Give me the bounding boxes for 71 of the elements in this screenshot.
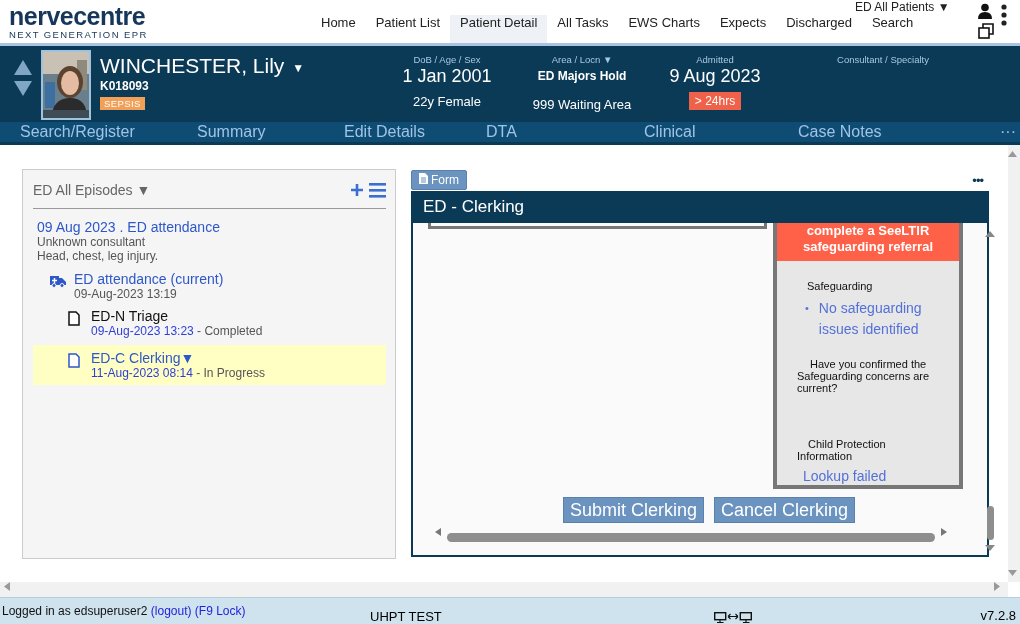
alert-banner: complete a SeeLTIR safeguarding referral (777, 223, 959, 261)
tagline: NEXT GENERATION EPR (9, 29, 148, 40)
episodes-filter[interactable]: ED All Episodes ▼ (33, 182, 351, 198)
field-label: Consultant / Specialty (837, 54, 929, 65)
field-label: DoB / Age / Sex (413, 54, 481, 65)
nav-link[interactable]: EWS Charts (618, 15, 710, 31)
tab[interactable]: Search/Register (0, 123, 154, 141)
patient-list-selector[interactable]: ED All Patients ▼ (855, 1, 950, 14)
nav-link[interactable]: Search (861, 15, 924, 31)
field-label: Area / Locn ▼ (551, 54, 613, 65)
more-button[interactable]: ··· (1000, 123, 1020, 141)
scrollbar-thumb[interactable] (986, 506, 994, 540)
form-entry[interactable]: ED-C Clerking▼ 11-Aug-2023 08:14 - In Progress (33, 345, 386, 385)
nav-link[interactable]: Discharged (776, 15, 862, 31)
scrollbar-thumb[interactable] (447, 532, 935, 542)
list-item: No safeguarding issues identified (818, 299, 923, 339)
environment-label: UHPT TEST (370, 607, 442, 624)
down-arrow-icon[interactable] (14, 81, 32, 96)
lock-link[interactable]: (F9 Lock) (194, 603, 246, 618)
section-label: Safeguarding (806, 279, 874, 292)
document-icon (68, 311, 80, 326)
form-title: ED - Clerking (413, 193, 987, 223)
document-icon (68, 353, 80, 368)
field-value: 1 Jan 2001 (402, 66, 492, 88)
attendance-link[interactable]: ED attendance (current) (74, 271, 224, 287)
logout-link[interactable]: (logout) (150, 603, 192, 618)
field-value: 9 Aug 2023 (669, 66, 761, 88)
alert-badge: SEPSIS (100, 97, 145, 110)
bullet: • (805, 301, 809, 316)
up-arrow-icon[interactable] (14, 60, 32, 75)
form-entry[interactable]: ED-N Triage 09-Aug-2023 13:23 - Completed (33, 303, 386, 343)
dropdown-caret[interactable]: ▼ (292, 57, 305, 75)
field-detail: 22y Female (413, 94, 481, 109)
nav-link[interactable]: Patient List (365, 15, 450, 31)
tab[interactable]: Edit Details (308, 123, 462, 141)
question-label: Have you confirmed the Safeguarding concerns are current? (796, 357, 931, 394)
tab[interactable]: DTA (462, 123, 616, 141)
windows-icon[interactable] (978, 23, 996, 39)
scroll-up-icon[interactable] (985, 231, 995, 237)
result-link[interactable]: Lookup failed (777, 462, 959, 484)
add-icon[interactable] (351, 184, 363, 196)
patient-number: K018093 (100, 79, 150, 93)
episode-complaint: Head, chest, leg injury. (37, 249, 160, 263)
document-icon (419, 173, 428, 184)
ambulance-icon (50, 275, 66, 288)
nav-link[interactable]: All Tasks (547, 15, 619, 31)
connection-icon (713, 611, 752, 623)
episode-consultant: Unknown consultant (37, 235, 147, 249)
nav-link[interactable]: Patient Detail (450, 15, 548, 46)
nav-link[interactable]: Home (311, 15, 366, 31)
logo: nervecentre (9, 3, 146, 29)
tab[interactable]: Summary (154, 123, 308, 141)
version-label: v7.2.8 (980, 606, 1017, 623)
episode-link[interactable]: 09 Aug 2023 . ED attendance (37, 219, 386, 235)
section-label: Child Protection Information (796, 437, 887, 462)
tab[interactable]: Clinical (616, 123, 770, 141)
field-label: Admitted (696, 54, 734, 65)
attendance-time: 09-Aug-2023 13:19 (74, 287, 178, 301)
field-detail: 999 Waiting Area (532, 97, 632, 112)
nav-link[interactable]: Expects (709, 15, 777, 31)
duration-badge: > 24hrs (688, 92, 742, 110)
scroll-left-icon[interactable] (4, 582, 10, 591)
scroll-left-icon[interactable] (435, 528, 441, 536)
login-text: Logged in as edsuperuser2 (2, 603, 148, 618)
scroll-right-icon[interactable] (941, 528, 947, 536)
tab[interactable]: Case Notes (770, 123, 924, 141)
more-button[interactable]: ••• (972, 172, 983, 188)
scroll-right-icon[interactable] (994, 582, 1000, 591)
patient-name: WINCHESTER, Lily (100, 54, 285, 78)
field-value: ED Majors Hold (537, 69, 627, 85)
scroll-down-icon[interactable] (985, 545, 995, 551)
